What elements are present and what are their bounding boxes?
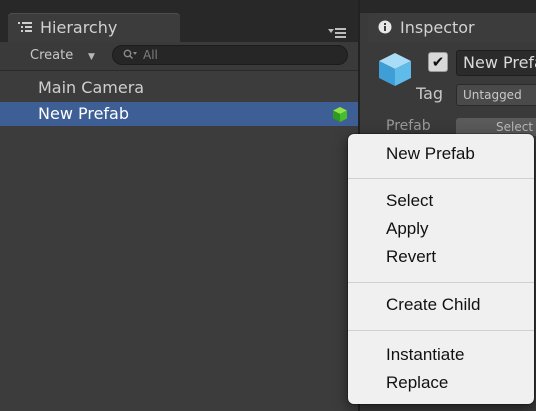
search-input[interactable] [143, 47, 333, 63]
chevron-down-icon: ▼ [88, 52, 95, 62]
green-cube-icon [333, 107, 347, 122]
create-label: Create [30, 48, 74, 63]
hierarchy-panel: Hierarchy Create ▼ Main Camera New Prefa… [0, 0, 358, 411]
menu-separator [348, 282, 534, 283]
menu-item-new-prefab[interactable]: New Prefab [386, 143, 475, 165]
inspector-tab-bar [360, 0, 536, 13]
menu-item-apply[interactable]: Apply [386, 218, 429, 240]
menu-item-replace[interactable]: Replace [386, 372, 448, 394]
hierarchy-toolbar: Create ▼ [0, 42, 358, 71]
list-icon [18, 22, 32, 32]
search-icon [123, 49, 137, 59]
menu-item-select[interactable]: Select [386, 190, 433, 212]
menu-separator [348, 178, 534, 179]
panel-menu-icon[interactable] [328, 26, 346, 40]
hierarchy-item-label: Main Camera [38, 78, 145, 97]
checkbox-icon: ✔ [431, 53, 445, 71]
tag-label: Tag [416, 84, 444, 103]
info-icon [378, 20, 392, 34]
context-menu: New Prefab Select Apply Revert Create Ch… [348, 134, 534, 404]
active-checkbox[interactable]: ✔ [428, 52, 448, 72]
tab-hierarchy-label: Hierarchy [40, 18, 118, 37]
menu-item-revert[interactable]: Revert [386, 246, 436, 268]
menu-separator [348, 330, 534, 331]
hierarchy-item-new-prefab[interactable]: New Prefab [0, 102, 358, 126]
tab-inspector[interactable]: Inspector [368, 13, 536, 43]
tag-dropdown[interactable]: Untagged [456, 84, 536, 106]
menu-item-instantiate[interactable]: Instantiate [386, 344, 464, 366]
hierarchy-item-label: New Prefab [38, 104, 130, 123]
hierarchy-item-main-camera[interactable]: Main Camera [0, 76, 358, 100]
search-field[interactable] [112, 45, 348, 65]
object-name-field[interactable]: New Prefab [456, 50, 536, 76]
blue-cube-icon [379, 53, 411, 86]
tab-hierarchy[interactable]: Hierarchy [8, 13, 180, 43]
tab-inspector-label: Inspector [400, 18, 475, 37]
menu-item-create-child[interactable]: Create Child [386, 294, 481, 316]
prefab-label: Prefab [386, 118, 431, 134]
create-dropdown[interactable]: Create ▼ [22, 46, 104, 66]
